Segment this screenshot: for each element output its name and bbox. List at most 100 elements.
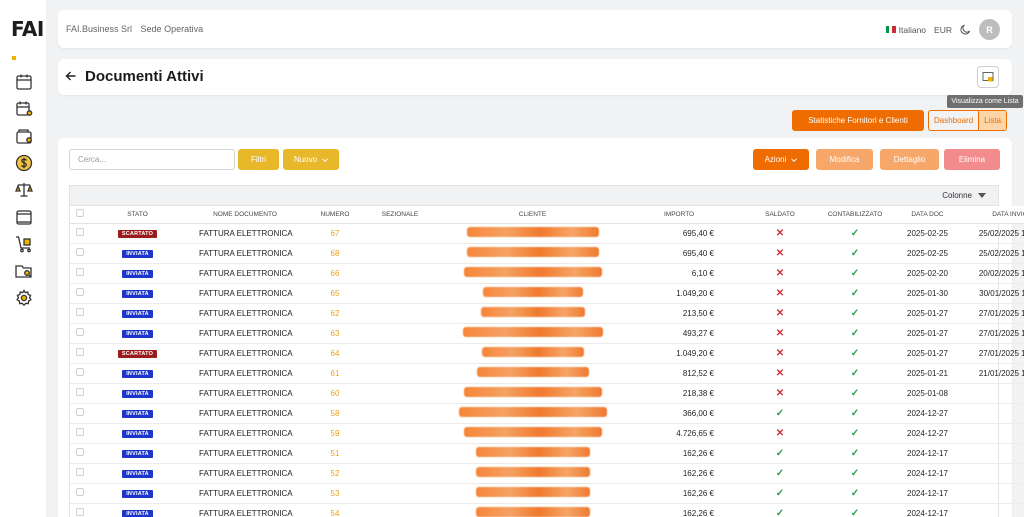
row-checkbox[interactable] bbox=[76, 408, 84, 416]
dark-mode-icon[interactable] bbox=[960, 24, 971, 35]
detail-button[interactable]: Dettaglio bbox=[880, 149, 939, 170]
row-select-cell[interactable] bbox=[70, 263, 90, 284]
company-name[interactable]: FAI.Business Srl bbox=[66, 24, 132, 34]
row-checkbox[interactable] bbox=[76, 268, 84, 276]
table-row[interactable]: INVIATA FATTURA ELETTRONICA 53 162,26 € ✓ ✓ 20… bbox=[70, 483, 1024, 504]
row-checkbox[interactable] bbox=[76, 328, 84, 336]
columns-menu-button[interactable]: Colonne bbox=[942, 191, 986, 200]
row-select-cell[interactable] bbox=[70, 423, 90, 444]
table-row[interactable]: INVIATA FATTURA ELETTRONICA 63 493,27 € ✕ ✓ 20… bbox=[70, 323, 1024, 344]
table-row[interactable]: INVIATA FATTURA ELETTRONICA 61 812,52 € ✕ ✓ 20… bbox=[70, 363, 1024, 384]
row-select-cell[interactable] bbox=[70, 223, 90, 244]
row-checkbox[interactable] bbox=[76, 488, 84, 496]
select-all-checkbox[interactable] bbox=[76, 209, 84, 218]
header-saldato[interactable]: SALDATO bbox=[740, 206, 820, 224]
calendar-user-icon[interactable] bbox=[14, 99, 34, 119]
header-cliente[interactable]: CLIENTE bbox=[435, 206, 630, 224]
table-row[interactable]: INVIATA FATTURA ELETTRONICA 62 213,50 € ✕ ✓ 20… bbox=[70, 303, 1024, 324]
table-row[interactable]: INVIATA FATTURA ELETTRONICA 60 218,38 € ✕ ✓ 20… bbox=[70, 383, 1024, 404]
table-row[interactable]: INVIATA FATTURA ELETTRONICA 54 162,26 € ✓ ✓ 20… bbox=[70, 503, 1024, 517]
document-number-cell[interactable]: 60 bbox=[305, 383, 365, 404]
view-toggle-button[interactable] bbox=[977, 66, 999, 88]
document-number-cell[interactable]: 54 bbox=[305, 503, 365, 517]
row-checkbox[interactable] bbox=[76, 388, 84, 396]
row-select-cell[interactable] bbox=[70, 403, 90, 424]
table-row[interactable]: SCARTATO FATTURA ELETTRONICA 67 695,40 € ✕ ✓ 2… bbox=[70, 223, 1024, 244]
row-select-cell[interactable] bbox=[70, 363, 90, 384]
back-arrow-icon[interactable] bbox=[64, 69, 78, 83]
row-checkbox[interactable] bbox=[76, 288, 84, 296]
dollar-icon[interactable] bbox=[14, 153, 34, 173]
header-data-invio[interactable]: DATA INVIO bbox=[965, 206, 1024, 224]
header-sezionale[interactable]: SEZIONALE bbox=[365, 206, 435, 224]
table-row[interactable]: SCARTATO FATTURA ELETTRONICA 64 1.049,20 € ✕… bbox=[70, 343, 1024, 364]
calendar-icon[interactable] bbox=[14, 72, 34, 92]
wallet-icon[interactable] bbox=[14, 126, 34, 146]
header-stato[interactable]: STATO bbox=[90, 206, 185, 224]
document-number-cell[interactable]: 68 bbox=[305, 243, 365, 264]
row-select-cell[interactable] bbox=[70, 243, 90, 264]
search-input[interactable]: Cerca... bbox=[69, 149, 235, 170]
row-checkbox[interactable] bbox=[76, 428, 84, 436]
row-select-cell[interactable] bbox=[70, 383, 90, 404]
row-checkbox[interactable] bbox=[76, 368, 84, 376]
table-row[interactable]: INVIATA FATTURA ELETTRONICA 68 695,40 € ✕ ✓ 20… bbox=[70, 243, 1024, 264]
row-select-cell[interactable] bbox=[70, 483, 90, 504]
document-number-cell[interactable]: 61 bbox=[305, 363, 365, 384]
language-selector[interactable]: Italiano bbox=[899, 25, 926, 35]
settings-gear-icon[interactable] bbox=[14, 288, 34, 308]
row-select-cell[interactable] bbox=[70, 443, 90, 464]
company-location[interactable]: Sede Operativa bbox=[141, 24, 204, 34]
document-number-cell[interactable]: 65 bbox=[305, 283, 365, 304]
delete-button[interactable]: Elimina bbox=[944, 149, 1000, 170]
app-logo[interactable]: FAI bbox=[11, 17, 46, 65]
header-importo[interactable]: IMPORTO bbox=[630, 206, 740, 224]
row-select-cell[interactable] bbox=[70, 503, 90, 517]
document-number-cell[interactable]: 52 bbox=[305, 463, 365, 484]
balance-scale-icon[interactable] bbox=[14, 180, 34, 200]
row-checkbox[interactable] bbox=[76, 448, 84, 456]
cart-icon[interactable] bbox=[14, 234, 34, 254]
actions-button[interactable]: Azioni bbox=[753, 149, 809, 170]
dashboard-tab[interactable]: Dashboard bbox=[929, 111, 978, 130]
filters-button[interactable]: Filtri bbox=[238, 149, 279, 170]
row-select-cell[interactable] bbox=[70, 323, 90, 344]
document-number-cell[interactable]: 63 bbox=[305, 323, 365, 344]
table-row[interactable]: INVIATA FATTURA ELETTRONICA 52 162,26 € ✓ ✓ 20… bbox=[70, 463, 1024, 484]
table-row[interactable]: INVIATA FATTURA ELETTRONICA 59 4.726,65 € ✕ ✓… bbox=[70, 423, 1024, 444]
user-avatar[interactable]: R bbox=[979, 19, 1000, 40]
document-number-cell[interactable]: 53 bbox=[305, 483, 365, 504]
folder-search-icon[interactable] bbox=[14, 261, 34, 281]
document-number-cell[interactable]: 58 bbox=[305, 403, 365, 424]
header-nome-documento[interactable]: NOME DOCUMENTO bbox=[185, 206, 305, 224]
table-row[interactable]: INVIATA FATTURA ELETTRONICA 51 162,26 € ✓ ✓ 20… bbox=[70, 443, 1024, 464]
archive-icon[interactable] bbox=[14, 207, 34, 227]
document-number-cell[interactable]: 62 bbox=[305, 303, 365, 324]
row-select-cell[interactable] bbox=[70, 343, 90, 364]
row-checkbox[interactable] bbox=[76, 508, 84, 516]
row-checkbox[interactable] bbox=[76, 348, 84, 356]
table-row[interactable]: INVIATA FATTURA ELETTRONICA 66 6,10 € ✕ ✓ 2025… bbox=[70, 263, 1024, 284]
statistics-button[interactable]: Statistiche Fornitori e Clienti bbox=[792, 110, 924, 131]
row-checkbox[interactable] bbox=[76, 308, 84, 316]
table-row[interactable]: INVIATA FATTURA ELETTRONICA 58 366,00 € ✓ ✓ 20… bbox=[70, 403, 1024, 424]
list-tab[interactable]: Lista bbox=[978, 111, 1007, 130]
table-row[interactable]: INVIATA FATTURA ELETTRONICA 65 1.049,20 € ✕ ✓… bbox=[70, 283, 1024, 304]
row-select-cell[interactable] bbox=[70, 463, 90, 484]
document-number-cell[interactable]: 59 bbox=[305, 423, 365, 444]
select-all-cell[interactable] bbox=[70, 206, 90, 224]
document-number-cell[interactable]: 67 bbox=[305, 223, 365, 244]
document-number-cell[interactable]: 51 bbox=[305, 443, 365, 464]
header-numero[interactable]: NUMERO bbox=[305, 206, 365, 224]
row-select-cell[interactable] bbox=[70, 303, 90, 324]
row-checkbox[interactable] bbox=[76, 468, 84, 476]
document-number-cell[interactable]: 66 bbox=[305, 263, 365, 284]
new-button[interactable]: Nuovo bbox=[283, 149, 339, 170]
row-select-cell[interactable] bbox=[70, 283, 90, 304]
currency-selector[interactable]: EUR bbox=[934, 25, 952, 35]
document-number-cell[interactable]: 64 bbox=[305, 343, 365, 364]
header-contabilizzato[interactable]: CONTABILIZZATO bbox=[820, 206, 890, 224]
row-checkbox[interactable] bbox=[76, 228, 84, 236]
header-data-doc[interactable]: DATA DOC bbox=[890, 206, 965, 224]
row-checkbox[interactable] bbox=[76, 248, 84, 256]
